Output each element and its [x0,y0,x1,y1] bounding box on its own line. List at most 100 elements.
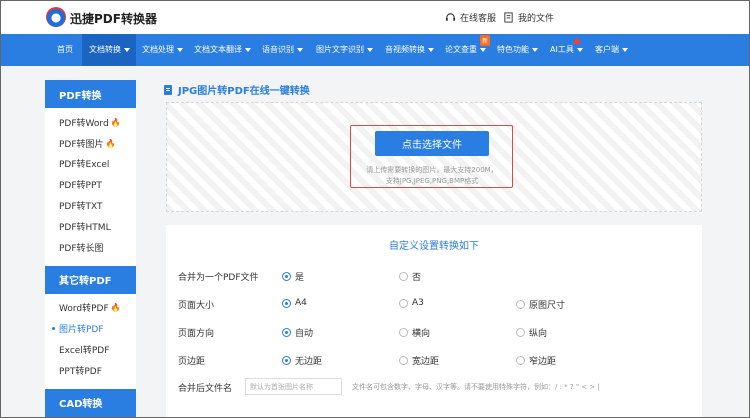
sidebar-item-label: PDF转TXT [59,202,103,213]
settings-title: 自定义设置转换如下 [389,241,479,252]
radio-icon [516,328,525,337]
sidebar-item-pdf-to-image[interactable]: PDF转图片 🔥 [45,133,136,154]
nav-ocr-label: 图片文字识别 [316,45,364,54]
sidebar-item-label: PDF转图片 [59,139,104,150]
chevron-down-icon [177,47,183,52]
margin-label: 页边距 [178,357,206,367]
nav-doc-process-label: 文档处理 [142,45,174,54]
option-label: A3 [412,298,424,308]
nav-av-convert[interactable]: 音视频转换 [385,44,434,55]
online-service-link[interactable]: 在线客服 [445,11,496,24]
chevron-down-icon [297,47,303,52]
headset-icon [445,13,456,21]
nav-client[interactable]: 客户端 [595,44,628,55]
nav-doc-convert[interactable]: 文档转换 [89,44,130,55]
file-icon [504,12,513,23]
merge-yes-radio[interactable]: 是 [282,270,304,283]
radio-checked-icon [282,356,291,365]
my-files-link[interactable]: 我的文件 [503,11,554,24]
option-label: 自动 [295,329,314,339]
orientation-portrait-radio[interactable]: 纵向 [516,326,547,339]
nav-doc-process[interactable]: 文档处理 [142,44,183,55]
sidebar-item-pdf-to-long-image[interactable]: PDF转长图 [45,237,136,258]
chevron-down-icon [532,47,538,52]
sidebar-item-word-to-pdf[interactable]: Word转PDF 🔥 [45,298,136,319]
option-label: 窄边距 [529,357,557,367]
nav-translate-label: 文档文本翻译 [194,45,242,54]
sidebar-item-pdf-to-txt[interactable]: PDF转TXT [45,195,136,216]
filename-label: 合并后文件名 [178,384,233,394]
margin-wide-radio[interactable]: 宽边距 [399,354,439,367]
sidebar-item-label: 图片转PDF [59,325,104,336]
orientation-auto-radio[interactable]: 自动 [282,326,313,339]
sidebar-item-label: PDF转Word [59,118,109,129]
option-label: 否 [412,273,422,283]
option-label: 横向 [412,329,431,339]
settings-panel: 自定义设置转换如下 合并为一个PDF文件 是 否 页面大小 A4 A3 原图尺寸… [166,225,702,418]
nav-home-label: 首页 [57,45,73,54]
merge-no-radio[interactable]: 否 [399,270,421,283]
nav-speech[interactable]: 语音识别 [262,44,303,55]
nav-client-label: 客户端 [595,45,619,54]
margin-narrow-radio[interactable]: 窄边距 [516,354,556,367]
sidebar-head-pdf-convert[interactable]: PDF转换 [45,80,136,108]
logo-text[interactable]: 迅捷PDF转换器 [70,10,157,27]
nav-speech-label: 语音识别 [262,45,294,54]
hot-arrow-icon [573,37,581,44]
page-title: JPG图片转PDF在线一键转换 [164,82,310,97]
sidebar-item-label: PPT转PDF [59,366,102,377]
sidebar-item-label: PDF转HTML [59,222,111,233]
nav-translate[interactable]: 文档文本翻译 [194,44,251,55]
sidebar-item-label: PDF转Excel [59,160,110,171]
chevron-down-icon [124,47,130,52]
chevron-down-icon [428,47,434,52]
margin-none-radio[interactable]: 无边距 [282,354,322,367]
orientation-label: 页面方向 [178,329,215,339]
nav-features[interactable]: 特色功能 [497,44,538,55]
active-bullet-icon [52,327,55,331]
sidebar-item-pdf-to-ppt[interactable]: PDF转PPT [45,174,136,195]
nav-ai-tools-label: AI工具 [550,45,574,54]
chevron-down-icon [576,47,583,52]
orientation-landscape-radio[interactable]: 横向 [399,326,430,339]
nav-plagiarism[interactable]: 论文查重 [445,44,486,55]
option-label: 原图尺寸 [529,301,566,311]
upload-hint-line1: 请上传需要转换的图片，最大支持200M， [366,166,498,174]
nav-ai-tools[interactable]: AI工具 [550,44,583,55]
fire-icon: 🔥 [105,138,116,148]
page-size-original-radio[interactable]: 原图尺寸 [516,298,565,311]
nav-home[interactable]: 首页 [57,44,73,55]
radio-icon [399,298,408,308]
nav-plagiarism-label: 论文查重 [445,45,477,54]
radio-icon [516,356,525,365]
logo-icon[interactable] [46,7,66,27]
sidebar-head-other-to-pdf[interactable]: 其它转PDF [45,265,136,294]
radio-icon [399,356,408,365]
sidebar-item-image-to-pdf[interactable]: 图片转PDF [45,318,136,339]
online-service-label: 在线客服 [460,14,497,24]
chevron-down-icon [622,47,628,52]
filename-input[interactable] [245,378,342,395]
my-files-label: 我的文件 [518,14,555,24]
sidebar-item-ppt-to-pdf[interactable]: PPT转PDF [45,360,136,381]
sidebar-head-cad-convert[interactable]: CAD转换 [45,388,136,417]
option-label: 无边距 [295,357,323,367]
fire-icon: 🔥 [110,303,121,313]
page-size-a4-radio[interactable]: A4 [282,298,307,308]
fire-icon: 🔥 [110,117,121,127]
page-size-a3-radio[interactable]: A3 [399,298,424,308]
page-size-label: 页面大小 [178,301,215,311]
radio-checked-icon [282,298,291,308]
select-file-button[interactable]: 点击选择文件 [375,131,489,156]
upload-hint-line2: 支持JPG,JPEG,PNG,BMP格式 [385,177,479,185]
sidebar-item-excel-to-pdf[interactable]: Excel转PDF [45,339,136,360]
sidebar-item-label: PDF转长图 [59,243,104,254]
sidebar-item-label: Word转PDF [59,304,109,315]
sidebar-item-pdf-to-word[interactable]: PDF转Word 🔥 [45,112,136,133]
nav-ocr[interactable]: 图片文字识别 [316,44,373,55]
sidebar-item-pdf-to-html[interactable]: PDF转HTML [45,216,136,237]
sidebar-item-pdf-to-excel[interactable]: PDF转Excel [45,154,136,175]
nav-doc-convert-label: 文档转换 [89,45,121,54]
filename-hint: 文件名可包含数字、字母、汉字等。请不要使用特殊字符，例如：/ : * ? " <… [352,383,600,391]
chevron-down-icon [480,47,486,52]
